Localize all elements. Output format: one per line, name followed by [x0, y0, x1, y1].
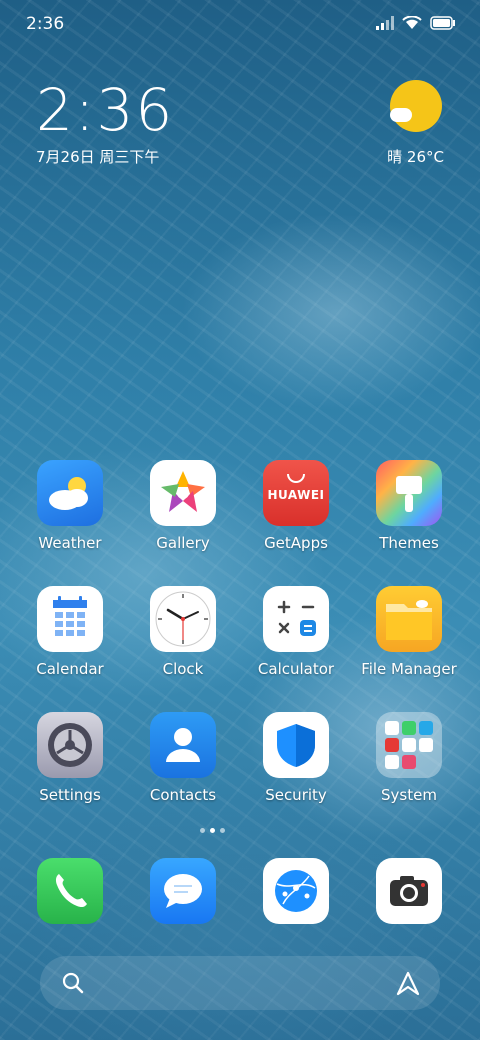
system-folder-icon — [376, 712, 442, 778]
app-calendar[interactable]: Calendar — [10, 586, 130, 678]
app-label: Weather — [38, 534, 102, 552]
search-icon[interactable] — [62, 972, 84, 994]
gallery-app-icon — [150, 460, 216, 526]
phone-icon — [37, 858, 103, 924]
calendar-app-icon — [37, 586, 103, 652]
contacts-app-icon — [150, 712, 216, 778]
app-label: Security — [265, 786, 327, 804]
settings-app-icon — [37, 712, 103, 778]
clock-widget-time[interactable]: 2:36 — [36, 78, 174, 142]
camera-icon — [376, 858, 442, 924]
getapps-app-icon: HUAWEI — [263, 460, 329, 526]
status-bar: 2:36 — [0, 0, 480, 50]
app-label: Calculator — [257, 660, 335, 678]
dock-phone[interactable] — [10, 858, 130, 924]
app-folder-system[interactable]: System — [349, 712, 469, 804]
app-label: GetApps — [264, 534, 328, 552]
app-label: Themes — [379, 534, 439, 552]
status-icons — [376, 16, 456, 30]
app-clock[interactable]: Clock — [123, 586, 243, 678]
app-contacts[interactable]: Contacts — [123, 712, 243, 804]
getapps-brand-text: HUAWEI — [267, 488, 325, 502]
app-calculator[interactable]: Calculator — [236, 586, 356, 678]
app-label: Calendar — [36, 660, 104, 678]
file-manager-app-icon — [376, 586, 442, 652]
app-label: Contacts — [149, 786, 217, 804]
app-gallery[interactable]: Gallery — [123, 460, 243, 552]
page-indicator[interactable] — [200, 828, 225, 833]
clock-widget-date[interactable]: 7月26日 周三下午 — [36, 146, 159, 167]
sun-icon — [390, 80, 442, 132]
app-settings[interactable]: Settings — [10, 712, 130, 804]
app-label: Gallery — [156, 534, 210, 552]
dock-browser[interactable] — [236, 858, 356, 924]
status-time: 2:36 — [26, 14, 65, 34]
dock-messages[interactable] — [123, 858, 243, 924]
themes-app-icon — [376, 460, 442, 526]
app-file-manager[interactable]: File Manager — [349, 586, 469, 678]
dock-camera[interactable] — [349, 858, 469, 924]
weather-widget[interactable] — [386, 80, 446, 132]
app-label: System — [381, 786, 437, 804]
app-themes[interactable]: Themes — [349, 460, 469, 552]
assistant-icon[interactable] — [394, 970, 422, 998]
security-app-icon — [263, 712, 329, 778]
app-getapps[interactable]: HUAWEI GetApps — [236, 460, 356, 552]
battery-icon — [430, 16, 455, 30]
weather-widget-text[interactable]: 晴 26°C — [387, 146, 444, 167]
wifi-icon — [402, 16, 422, 29]
clock-app-icon — [150, 586, 216, 652]
app-label: File Manager — [361, 660, 457, 678]
weather-app-icon — [37, 460, 103, 526]
page-dot — [220, 828, 225, 833]
page-dot — [200, 828, 205, 833]
app-security[interactable]: Security — [236, 712, 356, 804]
page-dot — [210, 828, 215, 833]
app-weather[interactable]: Weather — [10, 460, 130, 552]
app-label: Settings — [39, 786, 101, 804]
messages-icon — [150, 858, 216, 924]
browser-icon — [263, 858, 329, 924]
search-bar[interactable] — [40, 956, 440, 1010]
calculator-app-icon — [263, 586, 329, 652]
app-label: Clock — [162, 660, 204, 678]
signal-icon — [376, 16, 394, 30]
